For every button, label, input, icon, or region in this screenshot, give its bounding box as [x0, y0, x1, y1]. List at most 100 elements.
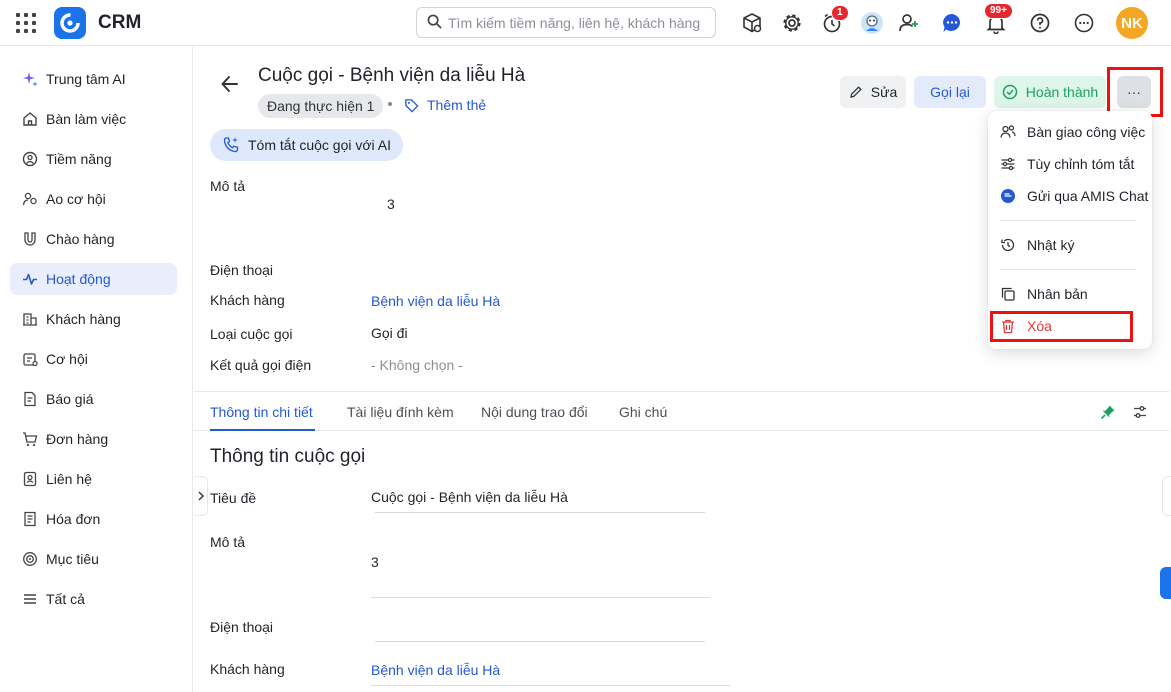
- highlight-delete-item: [990, 311, 1133, 342]
- sidebar-item-opportunities[interactable]: Cơ hội: [10, 343, 177, 375]
- phone-label: Điện thoại: [210, 262, 274, 278]
- description-underline: [371, 597, 710, 598]
- sidebar-item-orders[interactable]: Đơn hàng: [10, 423, 177, 455]
- gear-icon[interactable]: [780, 11, 804, 35]
- edit-label: Sửa: [870, 84, 898, 100]
- menu-item-label: Gửi qua AMIS Chat: [1027, 188, 1149, 204]
- complete-button[interactable]: Hoàn thành: [994, 76, 1106, 108]
- quote-document-icon: [22, 391, 38, 407]
- tab-attachments[interactable]: Tài liệu đính kèm: [347, 404, 454, 420]
- sidebar-item-customers[interactable]: Khách hàng: [10, 303, 177, 335]
- menu-item-label: Tùy chỉnh tóm tắt: [1027, 156, 1135, 172]
- notification-badge: 99+: [984, 3, 1013, 19]
- menu-item-customize-summary[interactable]: Tùy chỉnh tóm tắt: [1000, 152, 1134, 176]
- check-circle-icon: [1002, 84, 1018, 100]
- detail-phone-label: Điện thoại: [210, 619, 274, 635]
- sidebar-item-opportunity-pool[interactable]: Ao cơ hội: [10, 183, 177, 215]
- tab-discussion[interactable]: Nội dung trao đổi: [481, 404, 588, 420]
- add-user-icon[interactable]: [897, 11, 921, 35]
- subject-value[interactable]: Cuộc gọi - Bệnh viện da liễu Hà: [371, 489, 568, 505]
- call-type-value: Gọi đi: [371, 325, 408, 341]
- tab-notes[interactable]: Ghi chú: [619, 404, 667, 420]
- tab-details[interactable]: Thông tin chi tiết: [210, 404, 313, 420]
- search-input[interactable]: [448, 14, 708, 31]
- app-launcher-icon[interactable]: [16, 13, 36, 33]
- separator-dot: [388, 102, 392, 106]
- contact-card-icon: [22, 471, 38, 487]
- copy-icon: [1000, 286, 1016, 302]
- pool-icon: [22, 191, 38, 207]
- expand-right-handle[interactable]: [1162, 476, 1171, 516]
- sidebar-item-activities[interactable]: Hoạt động: [10, 263, 177, 295]
- box-search-icon[interactable]: [740, 11, 764, 35]
- active-tab-indicator: [210, 429, 315, 431]
- description-value: 3: [387, 196, 395, 212]
- phone-underline[interactable]: [375, 641, 705, 642]
- sidebar-item-label: Hoạt động: [46, 271, 111, 287]
- menu-item-handover[interactable]: Bàn giao công việc: [1000, 120, 1145, 144]
- sidebar-item-label: Ao cơ hội: [46, 191, 106, 207]
- customer-label: Khách hàng: [210, 292, 285, 308]
- chat-icon[interactable]: [940, 11, 964, 35]
- ai-assistant-icon[interactable]: [860, 11, 884, 35]
- ai-summary-label: Tóm tắt cuộc gọi với AI: [248, 137, 392, 153]
- detail-description-label: Mô tả: [210, 534, 246, 550]
- activity-pulse-icon: [22, 271, 38, 287]
- briefcase-icon: [22, 351, 38, 367]
- sidebar-item-quotes[interactable]: Báo giá: [10, 383, 177, 415]
- sidebar-item-label: Báo giá: [46, 391, 94, 407]
- help-icon[interactable]: [1028, 11, 1052, 35]
- phone-sparkle-icon: [223, 137, 239, 153]
- expand-left-handle[interactable]: [194, 476, 208, 516]
- status-badge[interactable]: Đang thực hiện 1: [258, 94, 384, 118]
- call-back-label: Gọi lại: [930, 84, 970, 100]
- timer-badge: 1: [831, 5, 849, 21]
- filter-settings-icon[interactable]: [1132, 404, 1148, 423]
- sidebar-item-ai-center[interactable]: Trung tâm AI: [10, 63, 177, 95]
- menu-item-label: Nhật ký: [1027, 237, 1075, 253]
- sliders-icon: [1000, 156, 1016, 172]
- sidebar-item-label: Mục tiêu: [46, 551, 99, 567]
- sidebar-item-label: Đơn hàng: [46, 431, 109, 447]
- pin-icon[interactable]: [1100, 404, 1116, 423]
- sidebar-item-label: Chào hàng: [46, 231, 115, 247]
- add-tag-link[interactable]: Thêm thẻ: [404, 97, 486, 113]
- user-avatar[interactable]: NK: [1116, 7, 1148, 39]
- sidebar-item-goals[interactable]: Mục tiêu: [10, 543, 177, 575]
- call-back-button[interactable]: Gọi lại: [914, 76, 986, 108]
- ai-summary-button[interactable]: Tóm tắt cuộc gọi với AI: [210, 129, 404, 161]
- search-icon: [427, 14, 442, 32]
- chevron-right-icon: [198, 491, 204, 501]
- global-search[interactable]: [416, 7, 716, 38]
- cart-icon: [22, 431, 38, 447]
- edit-button[interactable]: Sửa: [840, 76, 906, 108]
- subject-label: Tiêu đề: [210, 490, 257, 506]
- sidebar-item-invoices[interactable]: Hóa đơn: [10, 503, 177, 535]
- sidebar-item-contacts[interactable]: Liên hệ: [10, 463, 177, 495]
- users-handover-icon: [1000, 124, 1016, 140]
- more-apps-icon[interactable]: [1072, 11, 1096, 35]
- detail-tabs: Thông tin chi tiết Tài liệu đính kèm Nội…: [194, 391, 1169, 431]
- back-arrow-icon[interactable]: [218, 72, 242, 96]
- sidebar-item-label: Trung tâm AI: [46, 71, 126, 87]
- menu-item-send-amis-chat[interactable]: Gửi qua AMIS Chat: [1000, 184, 1148, 208]
- sidebar-item-all[interactable]: Tất cả: [10, 583, 177, 615]
- amis-chat-icon: [1000, 188, 1016, 204]
- menu-item-label: Bàn giao công việc: [1027, 124, 1146, 140]
- menu-item-history[interactable]: Nhật ký: [1000, 233, 1074, 257]
- side-widget-tab[interactable]: [1160, 567, 1171, 599]
- menu-item-label: Nhân bản: [1027, 286, 1088, 302]
- detail-customer-link[interactable]: Bệnh viện da liễu Hà: [371, 662, 500, 678]
- sidebar-item-leads[interactable]: Tiềm năng: [10, 143, 177, 175]
- magnet-icon: [22, 231, 38, 247]
- customer-link[interactable]: Bệnh viện da liễu Hà: [371, 293, 500, 309]
- menu-lines-icon: [22, 591, 38, 607]
- menu-item-duplicate[interactable]: Nhân bản: [1000, 282, 1088, 306]
- sidebar-item-campaign[interactable]: Chào hàng: [10, 223, 177, 255]
- call-result-label: Kết quả gọi điện: [210, 357, 312, 373]
- detail-description-value[interactable]: 3: [371, 554, 379, 570]
- history-icon: [1000, 237, 1016, 253]
- sidebar-item-workspace[interactable]: Bàn làm việc: [10, 103, 177, 135]
- crm-logo[interactable]: [54, 7, 86, 39]
- call-result-value[interactable]: - Không chọn -: [371, 357, 463, 373]
